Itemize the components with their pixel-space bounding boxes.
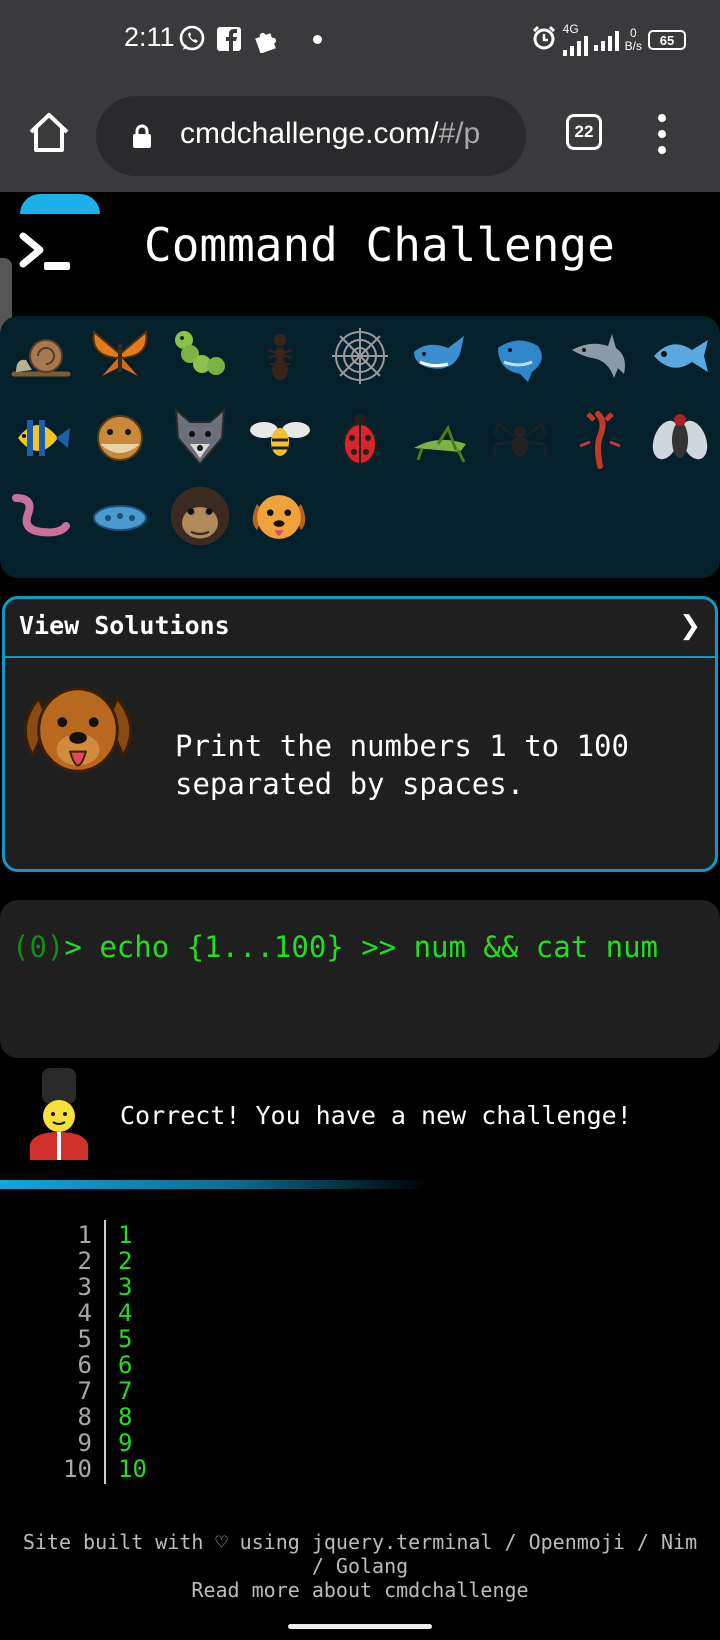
battery-icon: 65: [648, 30, 686, 50]
data-rate: 0 B/s: [624, 26, 642, 53]
command-output: 1 1 2 2 3 3 4 4 5 5 6 6 7 7 8 8 9 9 10 10: [0, 1222, 720, 1482]
browser-toolbar: cmdchallenge.com/#/p 22: [0, 80, 720, 192]
line-number: 6: [77, 1351, 92, 1379]
output-line: 5: [118, 1325, 133, 1353]
tab-switcher-button[interactable]: 22: [566, 114, 602, 150]
challenge-progress-panel: [0, 316, 720, 578]
footer: Site built with ♡ using jquery.terminal …: [0, 1530, 720, 1602]
tropical-fish-icon[interactable]: [8, 406, 72, 470]
line-number: 1: [77, 1221, 92, 1249]
challenge-card: View Solutions ❯ Print the numbers 1 to …: [2, 596, 718, 872]
scorpion-icon[interactable]: [568, 406, 632, 470]
caterpillar-icon[interactable]: [168, 324, 232, 388]
fish-icon[interactable]: [648, 324, 712, 388]
dolphin-icon[interactable]: [568, 324, 632, 388]
output-row: 66: [0, 1352, 720, 1378]
output-row: 77: [0, 1378, 720, 1404]
lady-beetle-icon[interactable]: [328, 406, 392, 470]
exit-status: (0): [12, 930, 65, 964]
cricket-icon[interactable]: [408, 406, 472, 470]
decorative-arc: [20, 194, 100, 214]
line-number: 7: [77, 1377, 92, 1405]
line-number: 5: [77, 1325, 92, 1353]
output-row: 99: [0, 1430, 720, 1456]
line-number: 10: [63, 1455, 92, 1483]
lock-icon: [132, 124, 152, 148]
footer-credits: Site built with ♡ using jquery.terminal …: [22, 1530, 698, 1554]
view-solutions-toggle[interactable]: View Solutions ❯: [5, 599, 715, 658]
output-line: 6: [118, 1351, 133, 1379]
spider-web-icon[interactable]: [328, 324, 392, 388]
whale-icon[interactable]: [408, 322, 472, 386]
notification-dot: [313, 35, 322, 44]
status-indicators: 4G 0 B/s 65: [531, 23, 686, 56]
output-row: 10 10: [0, 1456, 720, 1482]
guard-icon: [26, 1066, 92, 1160]
dog-face-icon: [19, 677, 137, 785]
output-row: 11: [0, 1222, 720, 1248]
output-row: 22: [0, 1248, 720, 1274]
url-text: cmdchallenge.com/#/p: [180, 117, 481, 150]
line-number: 9: [77, 1429, 92, 1457]
terminal-input[interactable]: (0)> echo {1...100} >> num && cat num: [0, 900, 720, 1058]
line-number: 2: [77, 1247, 92, 1275]
honeybee-icon[interactable]: [248, 406, 312, 470]
output-row: 55: [0, 1326, 720, 1352]
status-time: 2:11: [124, 22, 175, 52]
home-icon: [29, 113, 69, 152]
output-line: 2: [118, 1247, 133, 1275]
line-number: 4: [77, 1299, 92, 1327]
dog-face-icon[interactable]: [244, 482, 314, 552]
address-bar[interactable]: cmdchallenge.com/#/p: [96, 96, 526, 176]
output-row: 44: [0, 1300, 720, 1326]
signal-icon: 4G: [562, 23, 588, 56]
output-line: 10: [118, 1455, 147, 1483]
whatsapp-icon: [177, 24, 207, 54]
line-number: 3: [77, 1273, 92, 1301]
command-text: echo {1...100} >> num && cat num: [99, 930, 659, 964]
prompt-symbol: >: [64, 930, 100, 964]
gorilla-icon[interactable]: [164, 480, 236, 552]
result-message: Correct! You have a new challenge!: [120, 1101, 632, 1130]
page-title: Command Challenge: [144, 218, 615, 272]
snail-icon[interactable]: [8, 324, 72, 388]
challenge-description: Print the numbers 1 to 100 separated by …: [175, 729, 629, 801]
facebook-icon: [214, 24, 244, 54]
footer-credits-cont: / Golang: [311, 1554, 409, 1578]
output-line: 8: [118, 1403, 133, 1431]
home-button[interactable]: [26, 110, 72, 156]
blowfish-icon[interactable]: [88, 406, 152, 470]
wolf-icon[interactable]: [168, 404, 232, 468]
ant-icon[interactable]: [248, 324, 312, 388]
overflow-menu-button[interactable]: [654, 114, 670, 154]
alarm-icon: [531, 25, 557, 56]
command-line: (0)> echo {1...100} >> num && cat num: [12, 930, 658, 964]
output-row: 33: [0, 1274, 720, 1300]
terminal-prompt-icon: [18, 228, 74, 276]
worm-icon[interactable]: [8, 486, 72, 550]
line-number: 8: [77, 1403, 92, 1431]
fly-icon[interactable]: [648, 406, 712, 470]
output-row: 88: [0, 1404, 720, 1430]
output-line: 9: [118, 1429, 133, 1457]
output-line: 3: [118, 1273, 133, 1301]
output-line: 4: [118, 1299, 133, 1327]
status-bar: 2:11 4G 0 B/s 65: [0, 0, 720, 80]
microbe-icon[interactable]: [88, 486, 152, 550]
puzzle-icon: [251, 24, 281, 54]
divider-bar: [0, 1180, 430, 1189]
signal-2-icon: [593, 29, 619, 51]
output-line: 7: [118, 1377, 133, 1405]
butterfly-icon[interactable]: [88, 322, 152, 386]
view-solutions-label: View Solutions: [19, 611, 230, 640]
gesture-nav-handle[interactable]: [288, 1624, 432, 1629]
chevron-right-icon: ❯: [679, 611, 701, 641]
output-line: 1: [118, 1221, 133, 1249]
spouting-whale-icon[interactable]: [488, 322, 552, 386]
read-more-link[interactable]: Read more about cmdchallenge: [191, 1578, 528, 1602]
spider-icon[interactable]: [488, 406, 552, 470]
